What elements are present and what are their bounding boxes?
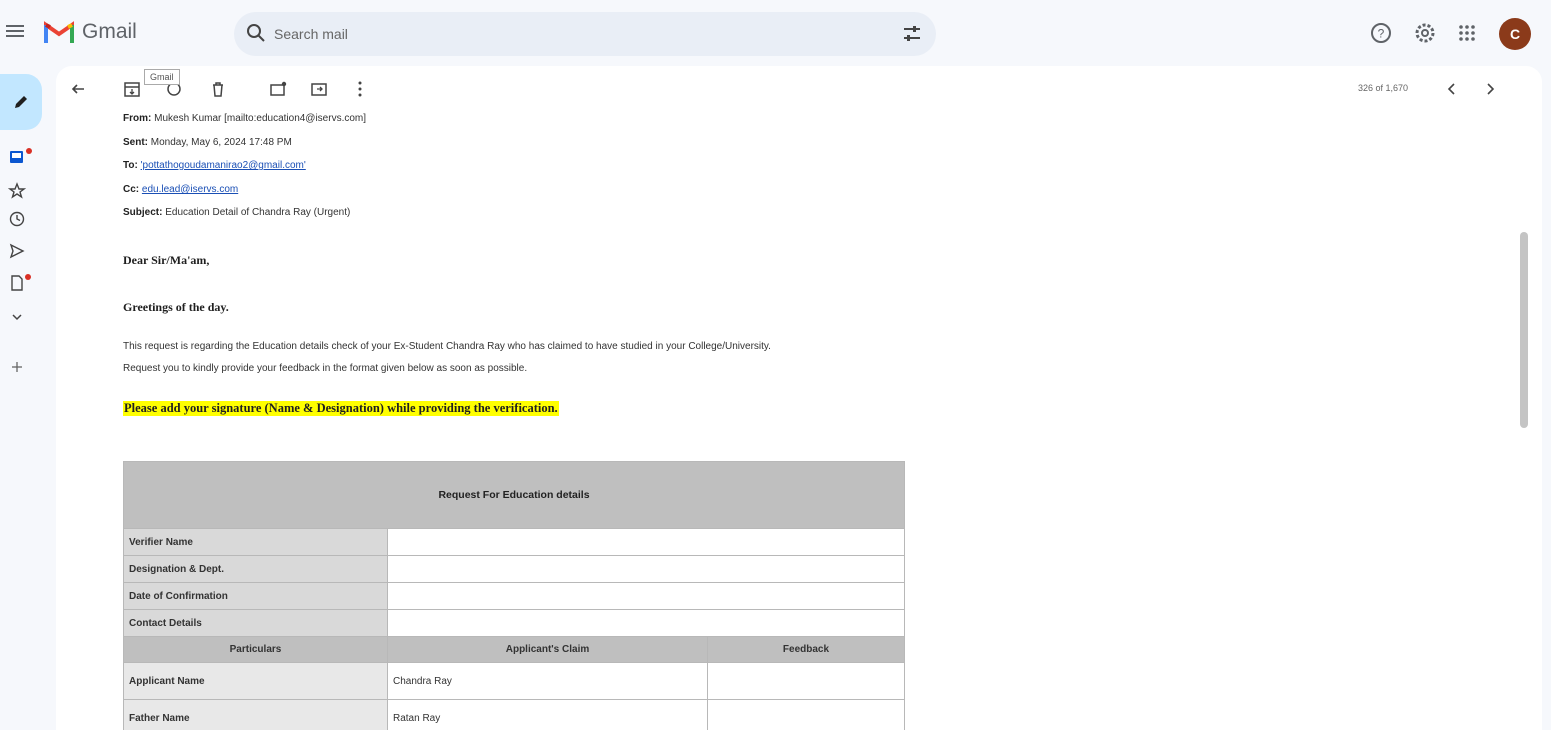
newer-chevron-left-icon[interactable] [1442,79,1462,99]
mark-unread-icon[interactable] [268,79,288,99]
more-chevron-icon[interactable] [8,308,26,326]
contact-details-field[interactable] [387,609,905,637]
inbox-icon[interactable] [8,148,26,166]
older-chevron-right-icon[interactable] [1480,79,1500,99]
search-bar [234,12,936,56]
pencil-icon [15,96,27,108]
snoozed-clock-icon[interactable] [8,210,26,228]
delete-trash-icon[interactable] [208,79,228,99]
message-panel: Gmail 326 of 1,670 From: Mukesh Kumar [m… [56,66,1542,730]
table-row: Contact Details [123,609,905,637]
search-icon[interactable] [246,23,266,43]
pagination-count: 326 of 1,670 [1358,83,1409,93]
feedback-field[interactable] [707,699,905,730]
drafts-dot [25,274,31,280]
more-options-icon[interactable] [350,79,370,99]
cc-line: Cc: edu.lead@iservs.com [123,184,239,195]
body-paragraph-2: Request you to kindly provide your feedb… [123,363,528,374]
subject-line: Subject: Education Detail of Chandra Ray… [123,207,351,218]
gmail-m-icon [44,21,74,43]
back-arrow-icon[interactable] [68,79,88,99]
to-line: To: 'pottathogoudamanirao2@gmail.com' [123,160,306,171]
salutation: Dear Sir/Ma'am, [123,253,210,267]
search-input[interactable] [274,23,874,45]
avatar[interactable]: C [1499,18,1531,50]
app-name: Gmail [82,20,137,43]
inbox-unread-dot [26,148,32,154]
support-icon[interactable]: ? [1370,22,1392,44]
table-row: Verifier Name [123,528,905,556]
scrollbar-thumb[interactable] [1520,232,1528,428]
table-header-row: Particulars Applicant's Claim Feedback [123,636,905,663]
sent-line: Sent: Monday, May 6, 2024 17:48 PM [123,137,292,148]
gmail-logo[interactable]: Gmail [44,20,137,44]
message-toolbar: Gmail 326 of 1,670 [56,66,1542,112]
search-options-icon[interactable] [902,24,922,44]
education-request-table: Request For Education details Verifier N… [123,461,905,730]
top-bar: Gmail ? C [0,0,1551,66]
svg-text:?: ? [1378,27,1385,41]
feedback-field[interactable] [707,662,905,700]
signature-instruction: Please add your signature (Name & Design… [123,401,559,416]
to-email-link[interactable]: 'pottathogoudamanirao2@gmail.com' [141,160,306,171]
verifier-name-field[interactable] [387,528,905,556]
confirmation-date-field[interactable] [387,582,905,610]
compose-button[interactable] [0,74,42,130]
table-row: Designation & Dept. [123,555,905,583]
table-title: Request For Education details [123,461,905,529]
left-rail [0,66,52,730]
main-menu-icon[interactable] [6,22,28,44]
drafts-icon[interactable] [8,274,26,292]
move-to-folder-icon[interactable] [309,79,329,99]
body-paragraph-1: This request is regarding the Education … [123,341,771,352]
add-label-plus-icon[interactable] [8,358,26,376]
sent-icon[interactable] [8,242,26,260]
table-row: Father Name Ratan Ray [123,699,905,730]
from-value[interactable]: Mukesh Kumar [mailto:education4@iservs.c… [154,113,366,124]
cc-email-link[interactable]: edu.lead@iservs.com [142,184,238,195]
archive-icon[interactable] [122,79,142,99]
table-row: Applicant Name Chandra Ray [123,662,905,700]
tooltip: Gmail [144,69,180,85]
greeting: Greetings of the day. [123,300,229,314]
apps-grid-icon[interactable] [1456,22,1478,44]
star-icon[interactable] [8,182,26,200]
from-line: From: Mukesh Kumar [mailto:education4@is… [123,113,367,124]
designation-field[interactable] [387,555,905,583]
table-row: Date of Confirmation [123,582,905,610]
settings-icon[interactable] [1414,22,1436,44]
